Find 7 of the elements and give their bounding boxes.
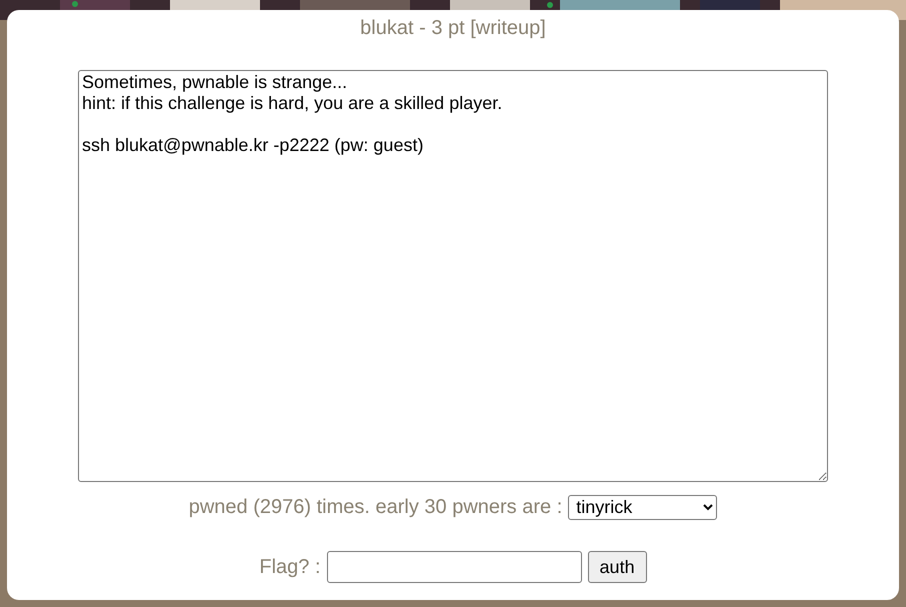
pwned-count-label: pwned (2976) times. early 30 pwners are :: [188, 495, 562, 520]
flag-input[interactable]: [326, 551, 582, 583]
pwners-dropdown[interactable]: tinyrick: [568, 494, 718, 520]
challenge-title: blukat - 3 pt [writeup]: [360, 16, 546, 41]
flag-label: Flag? :: [259, 555, 321, 580]
description-textarea[interactable]: Sometimes, pwnable is strange... hint: if this challenge is hard, you are a skilled player. ssh blukat@pwnable.kr -p2222 (pw: guest): [78, 70, 828, 482]
auth-button[interactable]: auth: [588, 551, 647, 583]
